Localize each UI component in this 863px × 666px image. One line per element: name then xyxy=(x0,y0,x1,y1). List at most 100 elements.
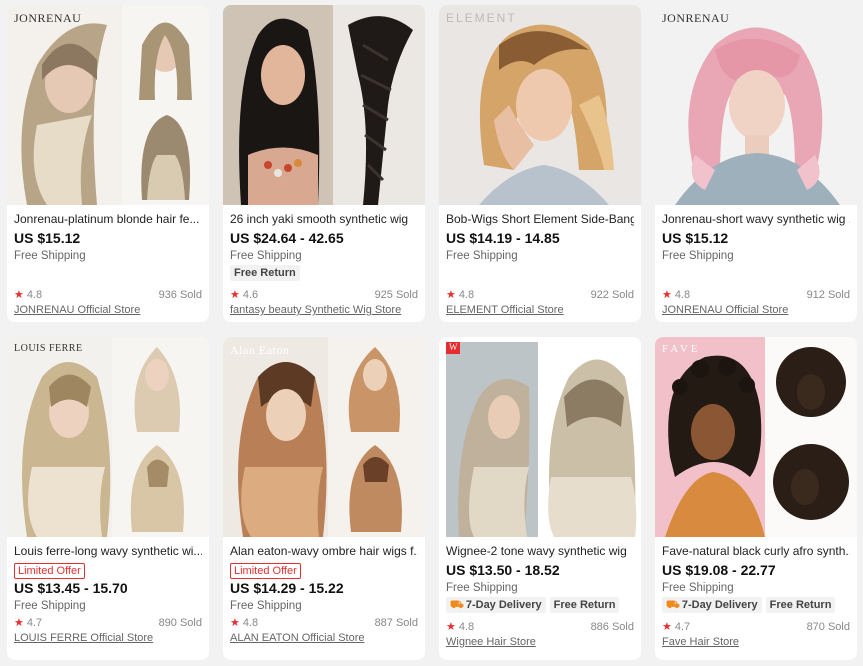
store-link[interactable]: Wignee Hair Store xyxy=(446,635,634,650)
star-icon: ★ xyxy=(14,617,24,629)
brand-logo: ELEMENT xyxy=(446,11,517,25)
product-image[interactable]: JONRENAU xyxy=(7,5,209,205)
brand-logo: FAVE xyxy=(662,343,701,355)
star-icon: ★ xyxy=(230,289,240,301)
store-link[interactable]: JONRENAU Official Store xyxy=(14,303,202,318)
sold-count: 890 Sold xyxy=(158,617,202,629)
product-title[interactable]: Jonrenau-platinum blonde hair fe... xyxy=(14,211,202,227)
rating-value: 4.8 xyxy=(458,621,475,633)
rating: ★ 4.8 xyxy=(230,616,258,630)
store-link[interactable]: JONRENAU Official Store xyxy=(662,303,850,318)
brand-logo: W xyxy=(449,342,458,352)
product-price: US $15.12 xyxy=(14,230,81,246)
rating: ★ 4.8 xyxy=(662,288,690,302)
store-link[interactable]: fantasy beauty Synthetic Wig Store xyxy=(230,303,418,318)
product-price: US $14.19 - 14.85 xyxy=(446,230,560,246)
product-image[interactable]: Alan Eaton xyxy=(223,337,425,537)
store-link[interactable]: LOUIS FERRE Official Store xyxy=(14,631,202,646)
rating-value: 4.8 xyxy=(26,289,43,301)
product-price: US $13.45 - 15.70 xyxy=(14,580,128,596)
badge-label: 7-Day Delivery xyxy=(681,599,758,611)
limited-offer-tag: Limited Offer xyxy=(14,563,85,579)
product-card[interactable]: W Wignee-2 tone wavy synthetic wig US $1… xyxy=(439,337,641,660)
sold-count: 887 Sold xyxy=(374,617,418,629)
store-link[interactable]: ELEMENT Official Store xyxy=(446,303,634,318)
sold-count: 870 Sold xyxy=(806,621,850,633)
free-return-badge: Free Return xyxy=(765,597,836,613)
product-price: US $14.29 - 15.22 xyxy=(230,580,344,596)
shipping-info: Free Shipping xyxy=(662,250,734,262)
product-title[interactable]: Wignee-2 tone wavy synthetic wig xyxy=(446,543,634,559)
product-card[interactable]: FAVE Fave-natural black curly afro synth… xyxy=(655,337,857,660)
free-return-badge: Free Return xyxy=(230,265,300,281)
store-link[interactable]: ALAN EATON Official Store xyxy=(230,631,418,646)
badge-label: 7-Day Delivery xyxy=(465,599,542,611)
shipping-info: Free Shipping xyxy=(662,582,734,594)
sold-count: 925 Sold xyxy=(374,289,418,301)
product-image[interactable]: W xyxy=(439,337,641,537)
star-icon: ★ xyxy=(446,289,456,301)
product-title[interactable]: Alan eaton-wavy ombre hair wigs f... xyxy=(230,543,418,559)
shipping-info: Free Shipping xyxy=(446,250,518,262)
product-image[interactable] xyxy=(223,5,425,205)
star-icon: ★ xyxy=(230,617,240,629)
product-card[interactable]: LOUIS FERRE Louis ferre-long wavy synthe… xyxy=(7,337,209,660)
brand-logo: Alan Eaton xyxy=(230,343,290,357)
badge-row: Free Return xyxy=(230,265,418,282)
rating: ★ 4.7 xyxy=(662,620,690,634)
product-image[interactable]: FAVE xyxy=(655,337,857,537)
badge-row: ⛟ 7-Day Delivery Free Return xyxy=(662,597,850,614)
badge-row xyxy=(446,265,634,282)
rating: ★ 4.7 xyxy=(14,616,42,630)
product-title[interactable]: Fave-natural black curly afro synth... xyxy=(662,543,850,559)
seven-day-delivery-badge: ⛟ 7-Day Delivery xyxy=(662,597,762,613)
product-image[interactable]: JONRENAU xyxy=(655,5,857,205)
rating: ★ 4.6 xyxy=(230,288,258,302)
product-card[interactable]: ELEMENT Bob-Wigs Short Element Side-Bang… xyxy=(439,5,641,322)
product-price: US $13.50 - 18.52 xyxy=(446,562,560,578)
rating-value: 4.8 xyxy=(242,617,259,629)
rating-value: 4.6 xyxy=(242,289,259,301)
rating-value: 4.8 xyxy=(458,289,475,301)
shipping-info: Free Shipping xyxy=(230,250,302,262)
brand-logo: LOUIS FERRE xyxy=(14,343,83,354)
brand-logo: JONRENAU xyxy=(662,11,730,25)
badge-row: ⛟ 7-Day Delivery Free Return xyxy=(446,597,634,614)
product-title[interactable]: 26 inch yaki smooth synthetic wig xyxy=(230,211,418,227)
shipping-info: Free Shipping xyxy=(14,250,86,262)
star-icon: ★ xyxy=(14,289,24,301)
product-title[interactable]: Bob-Wigs Short Element Side-Bang... xyxy=(446,211,634,227)
product-title[interactable]: Jonrenau-short wavy synthetic wig ... xyxy=(662,211,850,227)
product-card[interactable]: Alan Eaton Alan eaton-wavy ombre hair wi… xyxy=(223,337,425,660)
product-price: US $19.08 - 22.77 xyxy=(662,562,776,578)
rating: ★ 4.8 xyxy=(446,288,474,302)
limited-offer-tag: Limited Offer xyxy=(230,563,301,579)
star-icon: ★ xyxy=(662,289,672,301)
product-grid: JONRENAU Jonrenau-platinum blonde hair f… xyxy=(0,0,863,666)
product-title[interactable]: Louis ferre-long wavy synthetic wi... xyxy=(14,543,202,559)
rating-value: 4.7 xyxy=(26,617,43,629)
product-card[interactable]: JONRENAU Jonrenau-platinum blonde hair f… xyxy=(7,5,209,322)
sold-count: 886 Sold xyxy=(590,621,634,633)
shipping-info: Free Shipping xyxy=(14,600,86,612)
star-icon: ★ xyxy=(446,621,456,633)
delivery-truck-icon: ⛟ xyxy=(450,599,464,611)
delivery-truck-icon: ⛟ xyxy=(666,599,680,611)
badge-row xyxy=(14,265,202,282)
sold-count: 922 Sold xyxy=(590,289,634,301)
product-card[interactable]: JONRENAU Jonrenau-short wavy synthetic w… xyxy=(655,5,857,322)
rating-value: 4.7 xyxy=(674,621,691,633)
rating: ★ 4.8 xyxy=(14,288,42,302)
product-card[interactable]: 26 inch yaki smooth synthetic wig US $24… xyxy=(223,5,425,322)
product-price: US $24.64 - 42.65 xyxy=(230,230,344,246)
star-icon: ★ xyxy=(662,621,672,633)
sold-count: 936 Sold xyxy=(158,289,202,301)
product-image[interactable]: ELEMENT xyxy=(439,5,641,205)
brand-logo: JONRENAU xyxy=(14,11,82,25)
product-image[interactable]: LOUIS FERRE xyxy=(7,337,209,537)
store-link[interactable]: Fave Hair Store xyxy=(662,635,850,650)
badge-row xyxy=(662,265,850,282)
rating-value: 4.8 xyxy=(674,289,691,301)
seven-day-delivery-badge: ⛟ 7-Day Delivery xyxy=(446,597,546,613)
free-return-badge: Free Return xyxy=(549,597,620,613)
